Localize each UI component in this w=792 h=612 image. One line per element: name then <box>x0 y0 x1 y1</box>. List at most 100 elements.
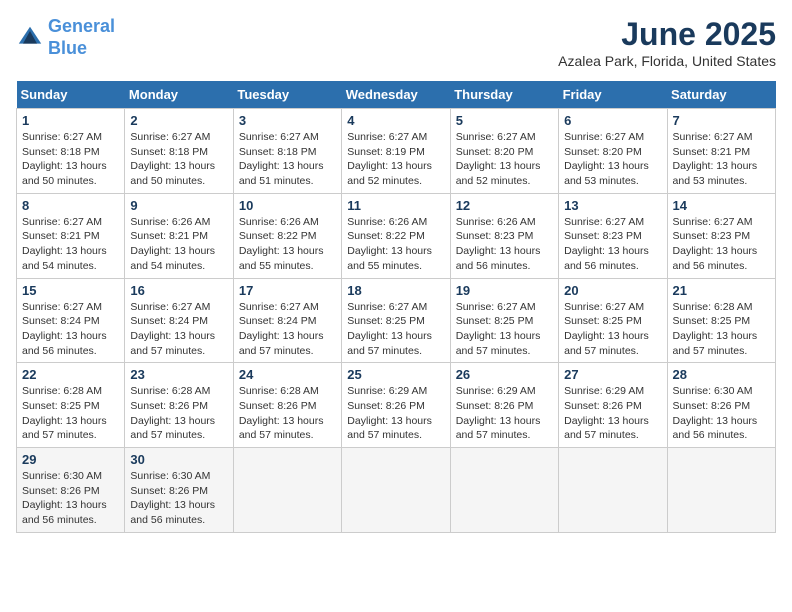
calendar-cell: 25 Sunrise: 6:29 AMSunset: 8:26 PMDaylig… <box>342 363 450 448</box>
header-friday: Friday <box>559 81 667 109</box>
day-detail: Sunrise: 6:30 AMSunset: 8:26 PMDaylight:… <box>673 385 758 441</box>
day-number: 17 <box>239 283 336 298</box>
day-number: 15 <box>22 283 119 298</box>
calendar-row: 29 Sunrise: 6:30 AMSunset: 8:26 PMDaylig… <box>17 448 776 533</box>
day-detail: Sunrise: 6:29 AMSunset: 8:26 PMDaylight:… <box>456 385 541 441</box>
calendar-row: 1 Sunrise: 6:27 AMSunset: 8:18 PMDayligh… <box>17 109 776 194</box>
calendar-cell: 11 Sunrise: 6:26 AMSunset: 8:22 PMDaylig… <box>342 193 450 278</box>
calendar-row: 22 Sunrise: 6:28 AMSunset: 8:25 PMDaylig… <box>17 363 776 448</box>
day-number: 6 <box>564 113 661 128</box>
day-detail: Sunrise: 6:27 AMSunset: 8:25 PMDaylight:… <box>564 301 649 357</box>
calendar-cell: 27 Sunrise: 6:29 AMSunset: 8:26 PMDaylig… <box>559 363 667 448</box>
header-thursday: Thursday <box>450 81 558 109</box>
day-detail: Sunrise: 6:27 AMSunset: 8:24 PMDaylight:… <box>130 301 215 357</box>
day-number: 7 <box>673 113 770 128</box>
calendar-cell: 23 Sunrise: 6:28 AMSunset: 8:26 PMDaylig… <box>125 363 233 448</box>
page-header: General Blue June 2025 Azalea Park, Flor… <box>16 16 776 69</box>
day-number: 9 <box>130 198 227 213</box>
day-number: 21 <box>673 283 770 298</box>
header-wednesday: Wednesday <box>342 81 450 109</box>
calendar-cell: 12 Sunrise: 6:26 AMSunset: 8:23 PMDaylig… <box>450 193 558 278</box>
calendar-row: 15 Sunrise: 6:27 AMSunset: 8:24 PMDaylig… <box>17 278 776 363</box>
day-detail: Sunrise: 6:27 AMSunset: 8:25 PMDaylight:… <box>456 301 541 357</box>
calendar-cell: 1 Sunrise: 6:27 AMSunset: 8:18 PMDayligh… <box>17 109 125 194</box>
location: Azalea Park, Florida, United States <box>558 53 776 69</box>
day-detail: Sunrise: 6:27 AMSunset: 8:25 PMDaylight:… <box>347 301 432 357</box>
calendar-cell: 9 Sunrise: 6:26 AMSunset: 8:21 PMDayligh… <box>125 193 233 278</box>
calendar-cell: 18 Sunrise: 6:27 AMSunset: 8:25 PMDaylig… <box>342 278 450 363</box>
day-detail: Sunrise: 6:27 AMSunset: 8:18 PMDaylight:… <box>239 131 324 187</box>
month-title: June 2025 <box>558 16 776 53</box>
day-number: 12 <box>456 198 553 213</box>
calendar-cell: 16 Sunrise: 6:27 AMSunset: 8:24 PMDaylig… <box>125 278 233 363</box>
calendar-cell: 15 Sunrise: 6:27 AMSunset: 8:24 PMDaylig… <box>17 278 125 363</box>
calendar-row: 8 Sunrise: 6:27 AMSunset: 8:21 PMDayligh… <box>17 193 776 278</box>
calendar-cell: 30 Sunrise: 6:30 AMSunset: 8:26 PMDaylig… <box>125 448 233 533</box>
day-number: 10 <box>239 198 336 213</box>
day-detail: Sunrise: 6:28 AMSunset: 8:26 PMDaylight:… <box>239 385 324 441</box>
calendar-cell <box>233 448 341 533</box>
day-number: 24 <box>239 367 336 382</box>
day-number: 11 <box>347 198 444 213</box>
header-saturday: Saturday <box>667 81 775 109</box>
calendar-cell: 8 Sunrise: 6:27 AMSunset: 8:21 PMDayligh… <box>17 193 125 278</box>
day-detail: Sunrise: 6:30 AMSunset: 8:26 PMDaylight:… <box>22 470 107 526</box>
day-number: 19 <box>456 283 553 298</box>
day-detail: Sunrise: 6:26 AMSunset: 8:22 PMDaylight:… <box>239 216 324 272</box>
calendar-cell: 22 Sunrise: 6:28 AMSunset: 8:25 PMDaylig… <box>17 363 125 448</box>
calendar-cell: 13 Sunrise: 6:27 AMSunset: 8:23 PMDaylig… <box>559 193 667 278</box>
calendar-cell: 17 Sunrise: 6:27 AMSunset: 8:24 PMDaylig… <box>233 278 341 363</box>
header-sunday: Sunday <box>17 81 125 109</box>
day-detail: Sunrise: 6:28 AMSunset: 8:26 PMDaylight:… <box>130 385 215 441</box>
day-detail: Sunrise: 6:27 AMSunset: 8:19 PMDaylight:… <box>347 131 432 187</box>
header-tuesday: Tuesday <box>233 81 341 109</box>
day-detail: Sunrise: 6:27 AMSunset: 8:18 PMDaylight:… <box>22 131 107 187</box>
calendar-cell: 29 Sunrise: 6:30 AMSunset: 8:26 PMDaylig… <box>17 448 125 533</box>
logo-text: General Blue <box>48 16 115 59</box>
day-number: 23 <box>130 367 227 382</box>
calendar-cell: 20 Sunrise: 6:27 AMSunset: 8:25 PMDaylig… <box>559 278 667 363</box>
calendar-cell <box>450 448 558 533</box>
day-detail: Sunrise: 6:26 AMSunset: 8:23 PMDaylight:… <box>456 216 541 272</box>
day-detail: Sunrise: 6:27 AMSunset: 8:24 PMDaylight:… <box>239 301 324 357</box>
calendar-cell <box>342 448 450 533</box>
day-number: 16 <box>130 283 227 298</box>
day-number: 4 <box>347 113 444 128</box>
calendar-cell: 5 Sunrise: 6:27 AMSunset: 8:20 PMDayligh… <box>450 109 558 194</box>
day-number: 5 <box>456 113 553 128</box>
day-number: 25 <box>347 367 444 382</box>
day-detail: Sunrise: 6:26 AMSunset: 8:21 PMDaylight:… <box>130 216 215 272</box>
day-detail: Sunrise: 6:29 AMSunset: 8:26 PMDaylight:… <box>564 385 649 441</box>
day-detail: Sunrise: 6:27 AMSunset: 8:18 PMDaylight:… <box>130 131 215 187</box>
day-number: 29 <box>22 452 119 467</box>
day-detail: Sunrise: 6:27 AMSunset: 8:24 PMDaylight:… <box>22 301 107 357</box>
calendar-cell: 28 Sunrise: 6:30 AMSunset: 8:26 PMDaylig… <box>667 363 775 448</box>
day-detail: Sunrise: 6:27 AMSunset: 8:20 PMDaylight:… <box>456 131 541 187</box>
day-number: 26 <box>456 367 553 382</box>
day-number: 3 <box>239 113 336 128</box>
calendar-cell <box>559 448 667 533</box>
day-detail: Sunrise: 6:30 AMSunset: 8:26 PMDaylight:… <box>130 470 215 526</box>
calendar-cell: 6 Sunrise: 6:27 AMSunset: 8:20 PMDayligh… <box>559 109 667 194</box>
day-number: 28 <box>673 367 770 382</box>
day-number: 30 <box>130 452 227 467</box>
day-number: 2 <box>130 113 227 128</box>
calendar-cell: 19 Sunrise: 6:27 AMSunset: 8:25 PMDaylig… <box>450 278 558 363</box>
day-number: 22 <box>22 367 119 382</box>
day-number: 8 <box>22 198 119 213</box>
calendar-cell: 2 Sunrise: 6:27 AMSunset: 8:18 PMDayligh… <box>125 109 233 194</box>
calendar-cell: 21 Sunrise: 6:28 AMSunset: 8:25 PMDaylig… <box>667 278 775 363</box>
logo-icon <box>16 24 44 52</box>
day-number: 1 <box>22 113 119 128</box>
day-detail: Sunrise: 6:27 AMSunset: 8:21 PMDaylight:… <box>673 131 758 187</box>
calendar-cell: 4 Sunrise: 6:27 AMSunset: 8:19 PMDayligh… <box>342 109 450 194</box>
day-detail: Sunrise: 6:29 AMSunset: 8:26 PMDaylight:… <box>347 385 432 441</box>
day-detail: Sunrise: 6:27 AMSunset: 8:23 PMDaylight:… <box>564 216 649 272</box>
header-monday: Monday <box>125 81 233 109</box>
weekday-header-row: Sunday Monday Tuesday Wednesday Thursday… <box>17 81 776 109</box>
day-detail: Sunrise: 6:26 AMSunset: 8:22 PMDaylight:… <box>347 216 432 272</box>
calendar-cell <box>667 448 775 533</box>
day-detail: Sunrise: 6:28 AMSunset: 8:25 PMDaylight:… <box>673 301 758 357</box>
day-detail: Sunrise: 6:27 AMSunset: 8:20 PMDaylight:… <box>564 131 649 187</box>
day-detail: Sunrise: 6:27 AMSunset: 8:23 PMDaylight:… <box>673 216 758 272</box>
